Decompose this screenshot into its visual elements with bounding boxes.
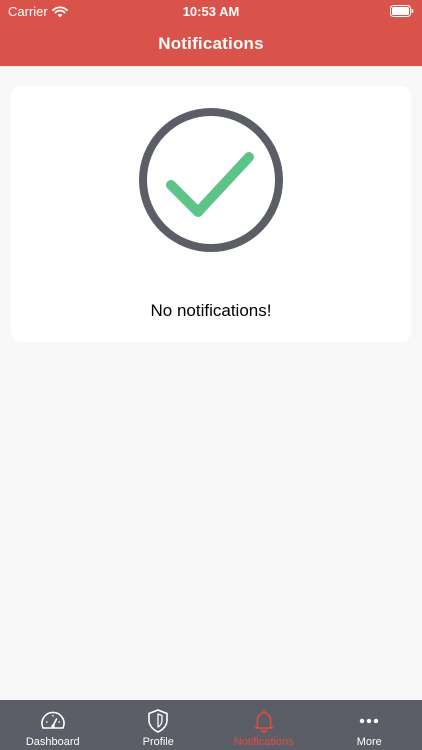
checkmark-circle-icon (138, 107, 284, 253)
more-dots-icon (360, 718, 379, 724)
app-root: Carrier 10:53 AM Notifications No notifi… (0, 0, 422, 750)
tab-notifications-label: Notifications (233, 736, 294, 748)
tab-notifications[interactable]: Notifications (211, 700, 317, 750)
bell-icon (254, 710, 274, 733)
tab-dashboard-label: Dashboard (25, 736, 80, 748)
page-title: Notifications (158, 34, 264, 53)
speedometer-icon (40, 711, 65, 729)
status-time: 10:53 AM (182, 4, 240, 19)
empty-state-card: No notifications! (11, 86, 411, 342)
tab-more-label: More (356, 736, 382, 748)
tab-profile-label: Profile (142, 736, 174, 748)
tab-dashboard[interactable]: Dashboard (0, 700, 106, 750)
shield-icon (148, 709, 169, 733)
status-bar: Carrier 10:53 AM (0, 0, 422, 22)
battery-icon (390, 5, 414, 17)
tab-profile[interactable]: Profile (106, 700, 212, 750)
empty-state-message: No notifications! (150, 301, 272, 320)
tab-more[interactable]: More (317, 700, 422, 750)
header-bar: Carrier 10:53 AM Notifications (0, 0, 422, 66)
tab-bar: Dashboard Profile Notifications More (0, 700, 422, 750)
